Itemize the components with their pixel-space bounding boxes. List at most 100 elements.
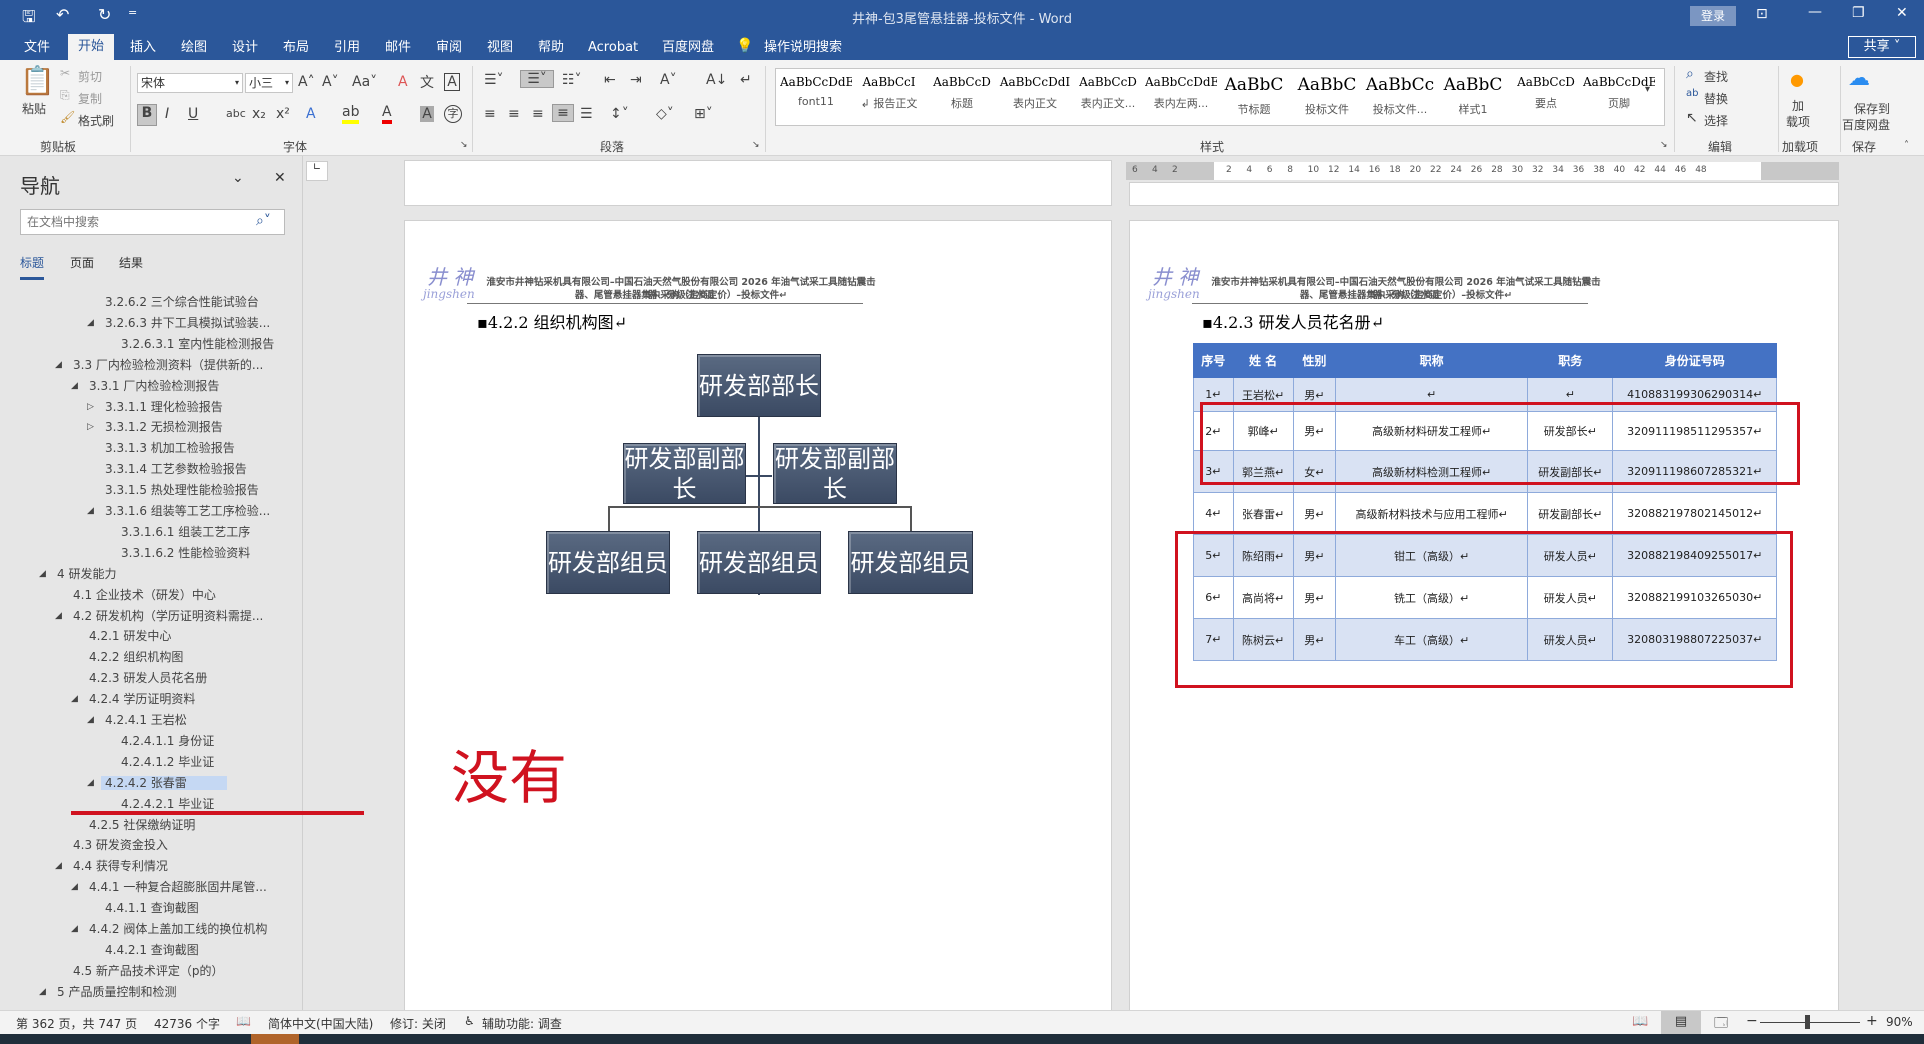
- expanded-triangle-icon[interactable]: ◢: [55, 611, 62, 621]
- tab-stop-selector[interactable]: ∟: [306, 161, 328, 181]
- tab-help[interactable]: 帮助: [532, 38, 570, 60]
- nav-tab-results[interactable]: 结果: [119, 254, 143, 271]
- close-icon[interactable]: ✕: [1896, 5, 1908, 21]
- word-count[interactable]: 42736 个字: [154, 1015, 220, 1032]
- tell-me-search[interactable]: 操作说明搜索: [758, 38, 848, 60]
- nav-heading-item[interactable]: 4.1 企业技术（研发）中心: [69, 585, 220, 605]
- restore-icon[interactable]: ❐: [1852, 5, 1865, 21]
- style-item[interactable]: AaBbCcDdEe font11: [780, 69, 852, 125]
- tab-design[interactable]: 设计: [226, 38, 264, 60]
- cut-button[interactable]: 剪切: [78, 68, 102, 85]
- tab-layout[interactable]: 布局: [277, 38, 315, 60]
- proofing-icon[interactable]: 📖: [236, 1014, 251, 1028]
- tab-view[interactable]: 视图: [481, 38, 519, 60]
- nav-heading-item[interactable]: 4.2.2 组织机构图: [85, 647, 187, 667]
- collapsed-triangle-icon[interactable]: ▷: [87, 402, 94, 412]
- nav-heading-item[interactable]: 4.2.4 学历证明资料: [85, 689, 199, 709]
- nav-heading-item[interactable]: 3.3.1.6.2 性能检验资料: [117, 543, 254, 563]
- expanded-triangle-icon[interactable]: ◢: [87, 506, 94, 516]
- nav-close-icon[interactable]: ✕: [274, 170, 286, 186]
- copy-button[interactable]: 复制: [78, 90, 102, 107]
- paragraph-dialog-launcher-icon[interactable]: ↘: [752, 140, 760, 150]
- font-size-select[interactable]: 小三 ▾: [245, 73, 293, 93]
- align-center-icon[interactable]: ≡: [508, 106, 520, 122]
- save-to-baidu-line2[interactable]: 百度网盘: [1842, 116, 1890, 133]
- multilevel-list-icon[interactable]: ☷˅: [562, 72, 582, 88]
- style-item[interactable]: AaBbCcI ↲ 报告正文: [853, 69, 925, 125]
- style-item[interactable]: AaBbCcDdI 表内正文: [999, 69, 1071, 125]
- style-item[interactable]: AaBbCcD 表内正文...: [1072, 69, 1144, 125]
- char-shading-icon[interactable]: A: [420, 106, 434, 122]
- tab-references[interactable]: 引用: [328, 38, 366, 60]
- highlight-icon[interactable]: ab: [342, 104, 360, 124]
- nav-heading-item[interactable]: 4.2.5 社保缴纳证明: [85, 815, 199, 835]
- gallery-more-icon[interactable]: ▾: [1645, 84, 1650, 95]
- org-box-deputy[interactable]: 研发部副部长: [773, 443, 897, 504]
- nav-heading-item[interactable]: 4.3 研发资金投入: [69, 835, 172, 855]
- nav-heading-item[interactable]: 3.3.1.1 理化检验报告: [101, 397, 227, 417]
- style-item[interactable]: AaBbCcDdEe 表内左两...: [1145, 69, 1217, 125]
- expanded-triangle-icon[interactable]: ◢: [39, 569, 46, 579]
- sort-icon[interactable]: A↓: [706, 72, 727, 88]
- nav-heading-item[interactable]: 3.3.1.4 工艺参数检验报告: [101, 459, 251, 479]
- decrease-indent-icon[interactable]: ⇤: [604, 72, 616, 88]
- justify-icon[interactable]: ≡: [552, 104, 574, 122]
- bold-icon[interactable]: B: [137, 104, 157, 126]
- nav-heading-item[interactable]: 4.5 新产品技术评定（p的）: [69, 961, 228, 981]
- numbering-icon[interactable]: ☰˅: [520, 70, 554, 88]
- nav-heading-item[interactable]: 5 产品质量控制和检测: [53, 982, 180, 1002]
- nav-heading-item[interactable]: 3.2.6.3 井下工具模拟试验装...: [101, 313, 274, 333]
- table-cell[interactable]: 研发副部长↵: [1527, 492, 1614, 535]
- read-mode-icon[interactable]: 📖: [1632, 1014, 1648, 1029]
- italic-icon[interactable]: I: [165, 106, 169, 122]
- expanded-triangle-icon[interactable]: ◢: [55, 861, 62, 871]
- nav-heading-item[interactable]: 3.3.1.3 机加工检验报告: [101, 438, 239, 458]
- collapse-ribbon-icon[interactable]: ˄: [1904, 140, 1909, 151]
- expanded-triangle-icon[interactable]: ◢: [87, 318, 94, 328]
- style-item[interactable]: AaBbCcDdE 页脚: [1583, 69, 1655, 125]
- search-icon[interactable]: ⌕˅: [256, 213, 271, 229]
- zoom-out-icon[interactable]: −: [1746, 1013, 1758, 1029]
- expanded-triangle-icon[interactable]: ◢: [71, 924, 78, 934]
- paste-button[interactable]: 粘贴: [22, 100, 46, 117]
- text-effects-icon[interactable]: A: [306, 106, 316, 122]
- org-box-member[interactable]: 研发部组员: [697, 531, 821, 594]
- nav-search-input[interactable]: [20, 209, 285, 235]
- nav-heading-item[interactable]: 3.2.6.2 三个综合性能试验台: [101, 292, 263, 312]
- nav-heading-item[interactable]: 4.2.4.2 张春雷: [101, 773, 227, 793]
- track-changes[interactable]: 修订: 关闭: [390, 1015, 446, 1032]
- nav-heading-item[interactable]: 3.3.1 厂内检验检测报告: [85, 376, 223, 396]
- strikethrough-icon[interactable]: abc: [226, 107, 246, 120]
- ribbon-display-icon[interactable]: ⊡: [1756, 6, 1768, 22]
- nav-heading-item[interactable]: 3.2.6.3.1 室内性能检测报告: [117, 334, 278, 354]
- taskbar-active-item[interactable]: [251, 1034, 299, 1044]
- style-item[interactable]: AaBbC 投标文件: [1291, 69, 1363, 125]
- tab-mailings[interactable]: 邮件: [379, 38, 417, 60]
- table-cell[interactable]: 4↵: [1193, 492, 1234, 535]
- tab-insert[interactable]: 插入: [124, 38, 162, 60]
- increase-indent-icon[interactable]: ⇥: [630, 72, 642, 88]
- table-cell[interactable]: 张春雷↵: [1232, 492, 1294, 535]
- document-page-left[interactable]: 井 神 jingshen 淮安市井神钻采机具有限公司–中国石油天然气股份有限公司…: [404, 220, 1112, 1020]
- horizontal-ruler[interactable]: 6 4 2 2 4 6 8 10 12 14 16 18 20 22 24 26 28 30 32 34 36 38 40 4…: [1126, 162, 1839, 180]
- addins-button[interactable]: 加 载项: [1786, 98, 1810, 130]
- minimize-icon[interactable]: —: [1808, 4, 1822, 20]
- nav-heading-item[interactable]: 4.2.1 研发中心: [85, 626, 175, 646]
- nav-heading-item[interactable]: 4.2.4.1.1 身份证: [117, 731, 218, 751]
- style-item[interactable]: AaBbCcD 标题: [926, 69, 998, 125]
- style-item[interactable]: AaBbC 样式1: [1437, 69, 1509, 125]
- print-layout-icon[interactable]: ▤: [1661, 1011, 1701, 1034]
- tab-file[interactable]: 文件: [18, 38, 56, 60]
- nav-heading-item[interactable]: 4 研发能力: [53, 564, 120, 584]
- nav-heading-item[interactable]: 3.3.1.2 无损检测报告: [101, 417, 227, 437]
- style-item[interactable]: AaBbCcD 要点: [1510, 69, 1582, 125]
- nav-tab-pages[interactable]: 页面: [70, 254, 94, 271]
- tab-acrobat[interactable]: Acrobat: [582, 38, 644, 60]
- clear-format-icon[interactable]: A: [398, 74, 408, 90]
- grow-font-icon[interactable]: A˄: [298, 74, 315, 90]
- expanded-triangle-icon[interactable]: ◢: [87, 778, 94, 788]
- expanded-triangle-icon[interactable]: ◢: [55, 360, 62, 370]
- share-button[interactable]: 共享 ˅: [1848, 36, 1916, 58]
- replace-button[interactable]: 替换: [1704, 90, 1728, 107]
- nav-heading-item[interactable]: 4.2.4.1 王岩松: [101, 710, 191, 730]
